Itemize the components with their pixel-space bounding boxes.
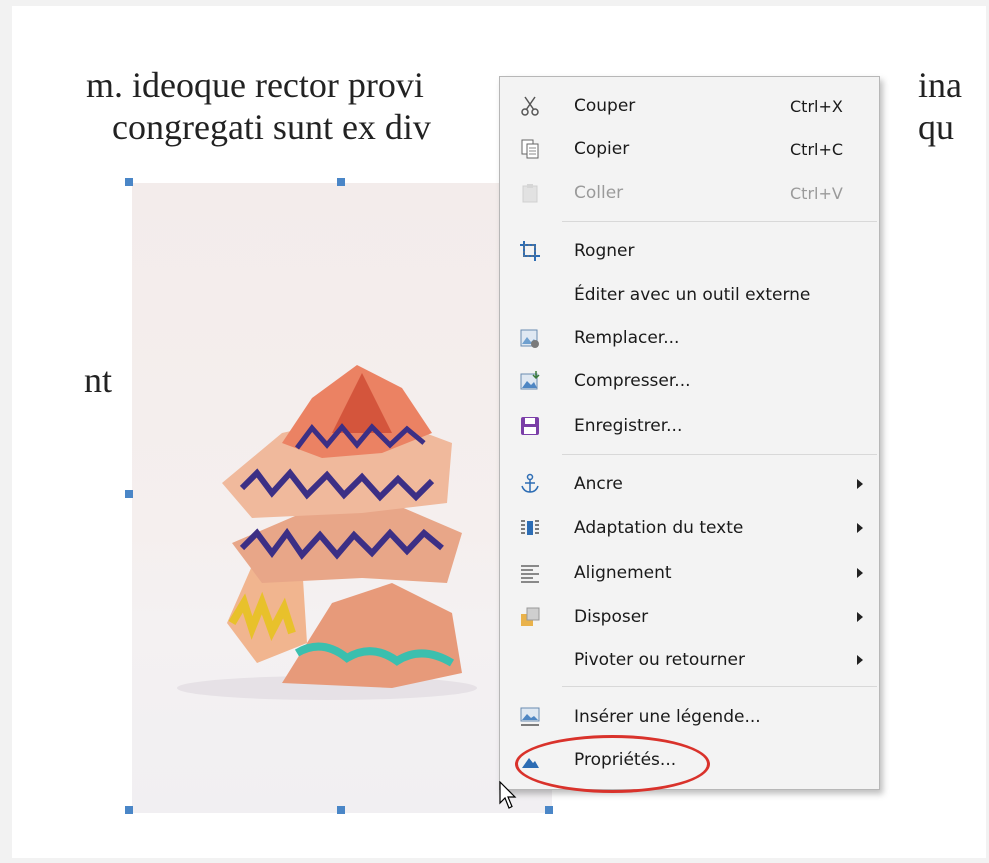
menu-item-label: Remplacer...	[574, 328, 680, 348]
document-text-line-2: congregati sunt ex div	[112, 107, 431, 147]
menu-item-label: Compresser...	[574, 371, 691, 391]
arrange-icon	[518, 605, 542, 629]
menu-item-enregistrer[interactable]: Enregistrer...	[500, 406, 879, 446]
menu-item-label: Insérer une légende...	[574, 707, 761, 727]
resize-handle-bottom[interactable]	[337, 806, 345, 814]
menu-item-inserer-legende[interactable]: Insérer une légende...	[500, 697, 879, 737]
paste-icon	[518, 181, 542, 205]
menu-separator	[562, 454, 877, 455]
menu-item-ancre[interactable]: Ancre	[500, 464, 879, 504]
document-text-line-2-end: qu	[918, 107, 954, 147]
menu-item-label: Copier	[574, 139, 630, 159]
menu-item-shortcut: Ctrl+C	[790, 139, 844, 159]
compress-image-icon	[518, 369, 542, 393]
menu-item-editer-externe[interactable]: Éditer avec un outil externe	[500, 275, 879, 315]
menu-item-adaptation-texte[interactable]: Adaptation du texte	[500, 508, 879, 548]
menu-item-label: Couper	[574, 96, 636, 116]
menu-item-pivoter[interactable]: Pivoter ou retourner	[500, 640, 879, 680]
document-text-line-1-end: ina	[918, 65, 962, 105]
menu-item-label: Enregistrer...	[574, 416, 683, 436]
caption-icon	[518, 705, 542, 729]
annotation-circle	[515, 735, 710, 793]
menu-item-label: Pivoter ou retourner	[574, 650, 745, 670]
submenu-arrow-icon	[857, 612, 863, 622]
menu-item-label: Disposer	[574, 607, 649, 627]
save-icon	[518, 414, 542, 438]
resize-handle-bottom-left[interactable]	[125, 806, 133, 814]
submenu-arrow-icon	[857, 479, 863, 489]
menu-item-label: Coller	[574, 183, 624, 203]
menu-separator	[562, 686, 877, 687]
submenu-arrow-icon	[857, 568, 863, 578]
menu-item-remplacer[interactable]: Remplacer...	[500, 318, 879, 358]
menu-item-label: Adaptation du texte	[574, 518, 744, 538]
resize-handle-top-left[interactable]	[125, 178, 133, 186]
align-icon	[518, 561, 542, 585]
menu-item-shortcut: Ctrl+V	[790, 183, 843, 203]
resize-handle-left[interactable]	[125, 490, 133, 498]
menu-item-label: Éditer avec un outil externe	[574, 285, 811, 305]
menu-item-rogner[interactable]: Rogner	[500, 231, 879, 271]
menu-item-label: Rogner	[574, 241, 635, 261]
menu-item-copier[interactable]: Copier Ctrl+C	[500, 129, 879, 169]
mouse-cursor-icon	[499, 780, 519, 816]
crop-icon	[518, 239, 542, 263]
anchor-icon	[518, 472, 542, 496]
menu-item-label: Ancre	[574, 474, 623, 494]
document-text-line-1: m. ideoque rector provi	[86, 65, 424, 105]
resize-handle-top[interactable]	[337, 178, 345, 186]
selected-image[interactable]	[132, 183, 552, 813]
menu-item-disposer[interactable]: Disposer	[500, 597, 879, 637]
menu-item-alignement[interactable]: Alignement	[500, 553, 879, 593]
context-menu: Couper Ctrl+X Copier Ctrl+C Coller Ctrl+…	[499, 76, 880, 790]
pencil-shavings-photo	[177, 365, 477, 700]
menu-item-shortcut: Ctrl+X	[790, 96, 843, 116]
menu-item-label: Alignement	[574, 563, 672, 583]
submenu-arrow-icon	[857, 655, 863, 665]
menu-separator	[562, 221, 877, 222]
replace-image-icon	[518, 326, 542, 350]
submenu-arrow-icon	[857, 523, 863, 533]
document-text-fragment: nt	[84, 360, 113, 400]
resize-handle-bottom-right[interactable]	[545, 806, 553, 814]
menu-item-compresser[interactable]: Compresser...	[500, 361, 879, 401]
scissors-icon	[518, 94, 542, 118]
text-wrap-icon	[518, 516, 542, 540]
menu-item-couper[interactable]: Couper Ctrl+X	[500, 86, 879, 126]
menu-item-coller[interactable]: Coller Ctrl+V	[500, 173, 879, 213]
copy-icon	[518, 137, 542, 161]
